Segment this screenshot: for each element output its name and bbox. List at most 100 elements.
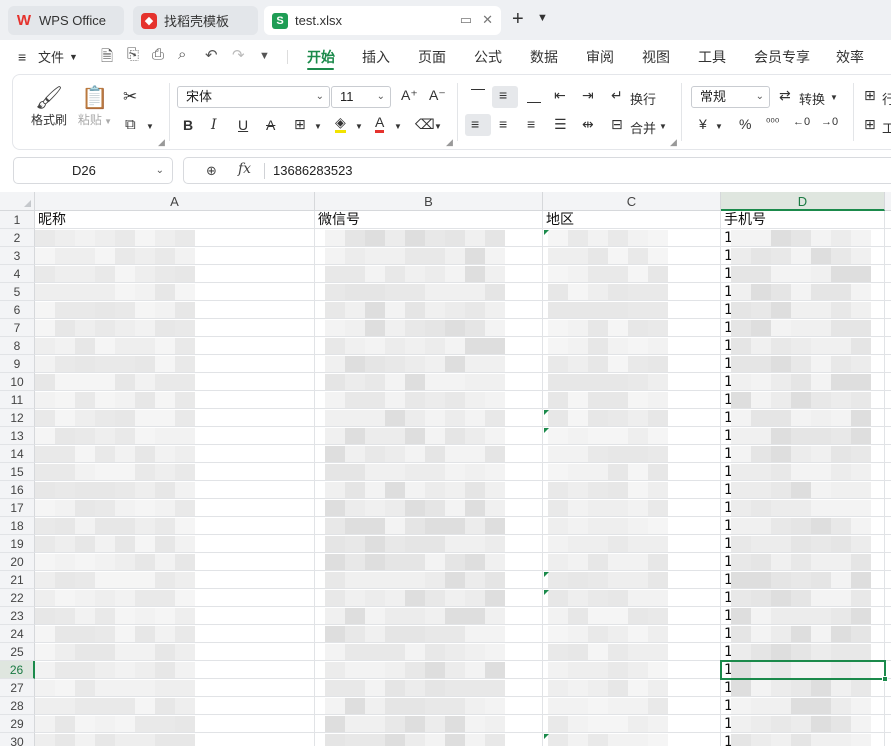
convert-chevron-icon[interactable]: ▼: [830, 93, 838, 102]
table-cell[interactable]: [35, 607, 315, 625]
print-preview-icon[interactable]: ⌕: [178, 46, 186, 63]
row-header[interactable]: 19: [0, 535, 35, 553]
border-icon[interactable]: ⊞: [294, 116, 306, 133]
table-cell[interactable]: [315, 481, 543, 499]
table-cell[interactable]: [543, 643, 721, 661]
quick-access-more-icon[interactable]: ▼: [259, 50, 270, 62]
row-header[interactable]: 13: [0, 427, 35, 445]
table-cell[interactable]: 1: [721, 463, 885, 481]
table-cell[interactable]: [543, 463, 721, 481]
table-cell[interactable]: [885, 391, 891, 409]
table-cell[interactable]: 1: [721, 445, 885, 463]
table-cell[interactable]: [35, 463, 315, 481]
table-cell[interactable]: [35, 553, 315, 571]
table-cell[interactable]: 1: [721, 643, 885, 661]
table-cell[interactable]: [885, 715, 891, 733]
table-cell[interactable]: [885, 481, 891, 499]
table-cell[interactable]: [35, 391, 315, 409]
table-cell[interactable]: [543, 733, 721, 746]
table-cell[interactable]: [885, 247, 891, 265]
underline-icon[interactable]: U: [238, 117, 248, 133]
row-header[interactable]: 30: [0, 733, 35, 746]
table-cell[interactable]: [315, 301, 543, 319]
decrease-decimal-icon[interactable]: →0: [821, 116, 838, 128]
table-cell[interactable]: [315, 409, 543, 427]
table-cell[interactable]: 1: [721, 337, 885, 355]
table-cell[interactable]: [543, 625, 721, 643]
table-cell[interactable]: [885, 427, 891, 445]
table-cell[interactable]: [543, 319, 721, 337]
fx-icon[interactable]: fx: [238, 161, 251, 177]
table-cell[interactable]: 1: [721, 391, 885, 409]
row-header[interactable]: 17: [0, 499, 35, 517]
row-header[interactable]: 18: [0, 517, 35, 535]
convert-icon[interactable]: ⇄: [779, 87, 791, 104]
row-header[interactable]: 10: [0, 373, 35, 391]
table-cell[interactable]: 1: [721, 697, 885, 715]
table-cell[interactable]: [543, 373, 721, 391]
align-left-icon[interactable]: ≡: [471, 116, 479, 132]
table-cell[interactable]: 1: [721, 535, 885, 553]
wrap-text-icon[interactable]: ↵: [611, 87, 623, 104]
merge-label[interactable]: 合并: [630, 118, 656, 137]
table-cell[interactable]: [35, 643, 315, 661]
table-cell[interactable]: [35, 337, 315, 355]
column-header-a[interactable]: A: [35, 192, 315, 211]
table-cell[interactable]: [543, 481, 721, 499]
table-cell[interactable]: [315, 319, 543, 337]
table-cell[interactable]: [35, 283, 315, 301]
row-header[interactable]: 28: [0, 697, 35, 715]
table-cell[interactable]: [35, 661, 315, 679]
table-cell[interactable]: [885, 373, 891, 391]
table-cell[interactable]: [35, 409, 315, 427]
row-header[interactable]: 11: [0, 391, 35, 409]
table-cell[interactable]: 1: [721, 247, 885, 265]
table-cell[interactable]: [315, 679, 543, 697]
table-cell[interactable]: [315, 283, 543, 301]
row-header[interactable]: 14: [0, 445, 35, 463]
clear-chevron-icon[interactable]: ▼: [434, 122, 442, 131]
table-cell[interactable]: [885, 283, 891, 301]
increase-decimal-icon[interactable]: ←0: [793, 116, 810, 128]
table-cell[interactable]: [315, 445, 543, 463]
font-name-select[interactable]: 宋体 ⌄: [177, 86, 330, 108]
tab-home[interactable]: 开始: [307, 47, 335, 67]
row-header[interactable]: 25: [0, 643, 35, 661]
table-cell[interactable]: 1: [721, 373, 885, 391]
merge-icon[interactable]: ⊟: [611, 116, 623, 133]
formula-input[interactable]: ⊕ fx 13686283523: [183, 157, 891, 184]
table-cell[interactable]: [543, 697, 721, 715]
table-cell[interactable]: [315, 463, 543, 481]
save-icon[interactable]: 🗎: [101, 46, 113, 71]
tab-list-chevron-icon[interactable]: ▼: [537, 12, 548, 24]
table-cell[interactable]: [543, 679, 721, 697]
row-header[interactable]: 5: [0, 283, 35, 301]
table-cell[interactable]: [885, 733, 891, 746]
table-cell[interactable]: [35, 499, 315, 517]
align-bottom-icon[interactable]: ⎽: [527, 87, 541, 104]
table-cell[interactable]: [35, 625, 315, 643]
table-cell[interactable]: [885, 319, 891, 337]
table-cell[interactable]: [885, 229, 891, 247]
redo-icon[interactable]: ↷: [232, 46, 245, 64]
table-cell[interactable]: [35, 535, 315, 553]
table-cell[interactable]: [543, 607, 721, 625]
column-header-e[interactable]: [885, 192, 891, 211]
row-header[interactable]: 22: [0, 589, 35, 607]
row-header[interactable]: 15: [0, 463, 35, 481]
table-cell[interactable]: [543, 661, 721, 679]
row-header[interactable]: 23: [0, 607, 35, 625]
table-cell[interactable]: 微信号: [315, 211, 543, 229]
table-cell[interactable]: [35, 355, 315, 373]
row-header[interactable]: 7: [0, 319, 35, 337]
row-header[interactable]: 20: [0, 553, 35, 571]
table-cell[interactable]: 1: [721, 409, 885, 427]
table-cell[interactable]: 1: [721, 427, 885, 445]
decrease-indent-icon[interactable]: ⇤: [554, 87, 566, 104]
table-cell[interactable]: [315, 499, 543, 517]
currency-chevron-icon[interactable]: ▼: [715, 122, 723, 131]
align-top-icon[interactable]: ⎺: [471, 87, 485, 104]
worksheet-label[interactable]: 工: [882, 118, 891, 137]
table-cell[interactable]: [35, 319, 315, 337]
table-cell[interactable]: [315, 733, 543, 746]
